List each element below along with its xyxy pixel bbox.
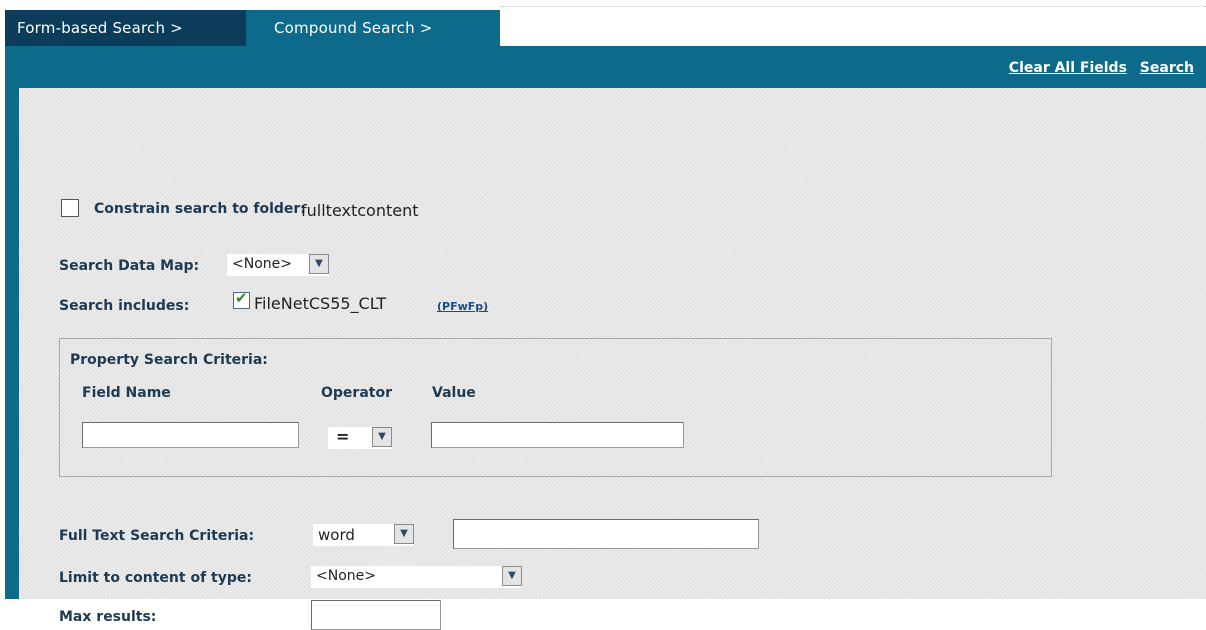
chevron-down-icon[interactable]: ▼	[309, 254, 329, 274]
search-data-map-select[interactable]: <None> ▼	[227, 254, 329, 276]
max-results-label: Max results:	[59, 609, 157, 625]
search-data-map-label: Search Data Map:	[59, 258, 200, 274]
chevron-down-icon[interactable]: ▼	[372, 427, 392, 447]
content-type-select[interactable]: <None> ▼	[311, 566, 522, 588]
content-type-value: <None>	[316, 568, 376, 584]
tab-bar: Form-based Search > Compound Search >	[5, 0, 1206, 46]
constrain-folder-label: Constrain search to folder:	[94, 201, 306, 217]
constrain-folder-name: fulltextcontent	[301, 201, 419, 220]
max-results-input[interactable]	[311, 600, 441, 630]
search-link[interactable]: Search	[1140, 60, 1194, 76]
tab-form-based-search[interactable]: Form-based Search >	[5, 10, 246, 46]
search-frame: Clear All Fields Search Constrain search…	[5, 46, 1206, 630]
constrain-folder-checkbox[interactable]	[61, 199, 79, 217]
field-name-column-header: Field Name	[82, 385, 171, 401]
tab-bar-divider	[500, 6, 1206, 7]
value-column-header: Value	[432, 385, 476, 401]
property-search-criteria-box: Property Search Criteria: Field Name Ope…	[59, 338, 1052, 477]
full-text-criteria-label: Full Text Search Criteria:	[59, 528, 255, 544]
full-text-mode-select[interactable]: word ▼	[313, 524, 414, 546]
operator-column-header: Operator	[321, 385, 392, 401]
object-store-checkbox[interactable]: ✔	[233, 289, 250, 309]
property-search-criteria-title: Property Search Criteria:	[70, 352, 268, 368]
content-type-label: Limit to content of type:	[59, 570, 252, 586]
object-store-link[interactable]: (PFwFp)	[437, 300, 488, 313]
field-name-input[interactable]	[82, 422, 299, 448]
search-form-panel: Constrain search to folder: fulltextcont…	[19, 88, 1206, 630]
chevron-down-icon[interactable]: ▼	[394, 524, 414, 544]
operator-select[interactable]: = ▼	[328, 427, 392, 449]
full-text-mode-value: word	[318, 526, 355, 544]
full-text-input[interactable]	[453, 519, 759, 549]
chevron-down-icon[interactable]: ▼	[502, 566, 522, 586]
clear-all-fields-link[interactable]: Clear All Fields	[1009, 60, 1127, 76]
property-value-input[interactable]	[431, 422, 684, 448]
search-includes-label: Search includes:	[59, 298, 190, 314]
checkmark-icon: ✔	[235, 289, 248, 307]
operator-value: =	[336, 427, 350, 446]
search-data-map-value: <None>	[232, 256, 292, 272]
header-links: Clear All Fields Search	[1001, 60, 1194, 76]
object-store-name: FileNetCS55_CLT	[254, 294, 387, 313]
tab-compound-search[interactable]: Compound Search >	[246, 10, 500, 46]
